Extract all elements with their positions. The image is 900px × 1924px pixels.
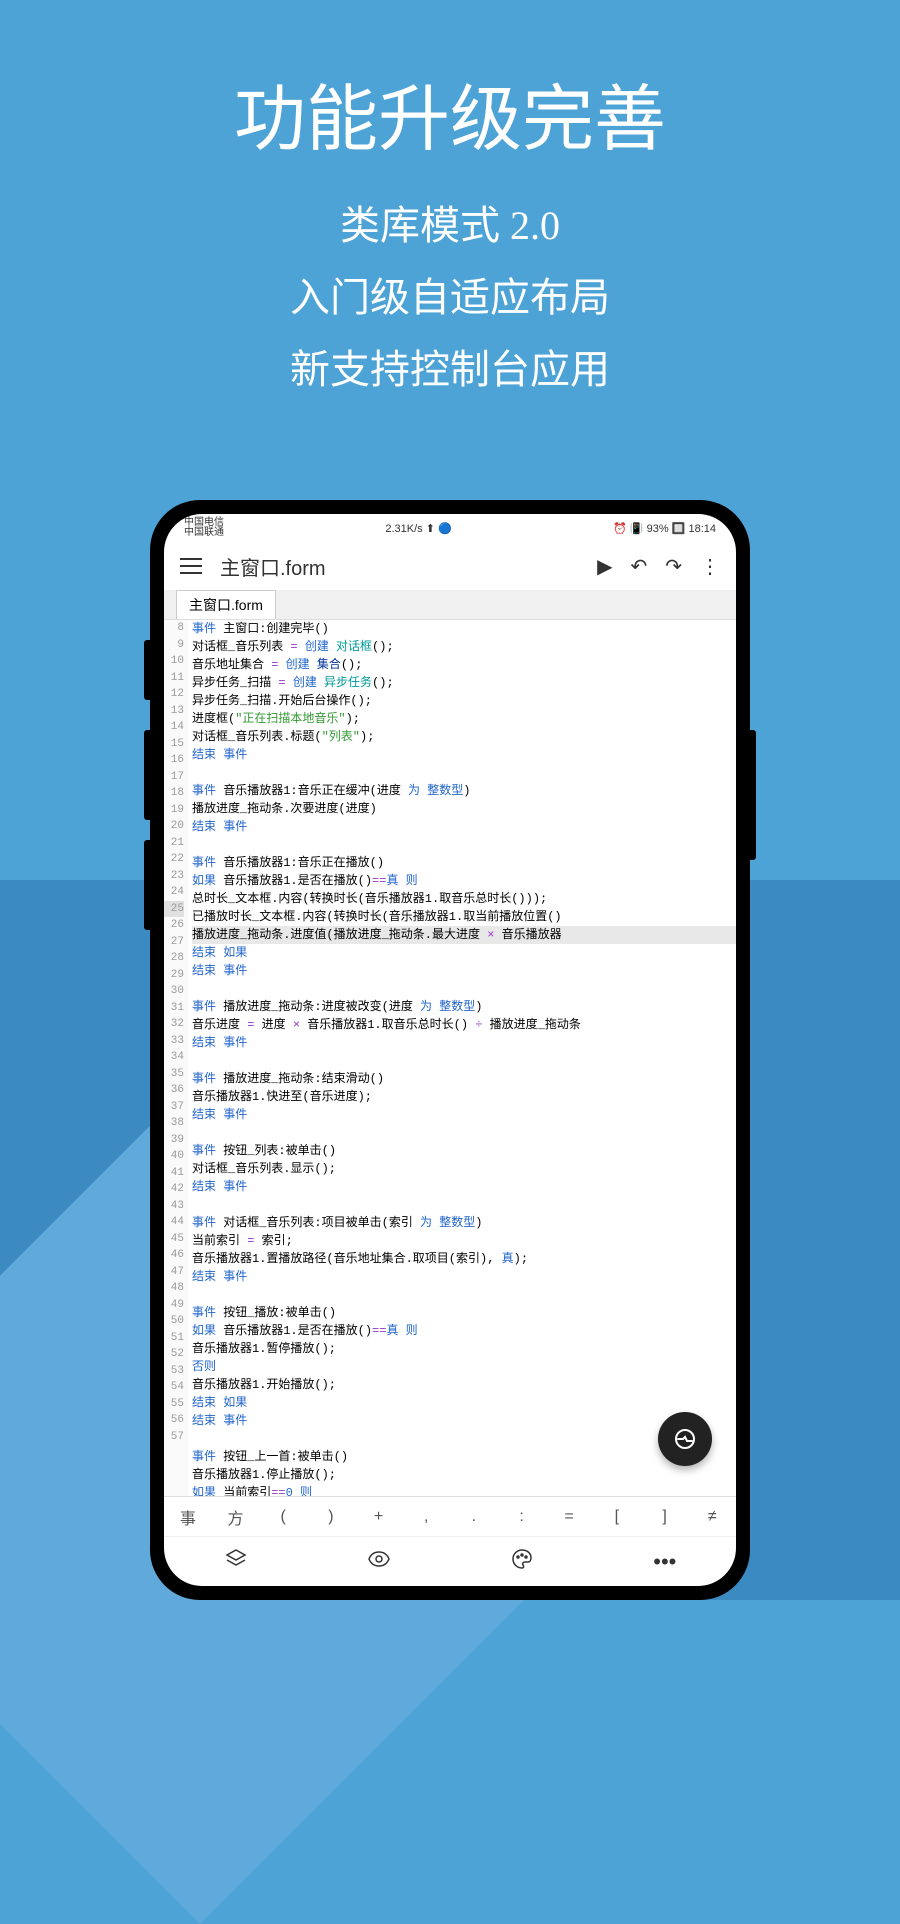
- more-icon[interactable]: ⋮: [700, 554, 720, 579]
- symbol-key[interactable]: (: [259, 1508, 307, 1526]
- symbol-key[interactable]: ,: [402, 1508, 450, 1526]
- hero-subtitle: 类库模式 2.0 入门级自适应布局 新支持控制台应用: [0, 190, 900, 406]
- eye-icon[interactable]: [367, 1547, 391, 1577]
- fab-button[interactable]: [658, 1412, 712, 1466]
- symbol-key[interactable]: .: [450, 1508, 498, 1526]
- symbol-key[interactable]: =: [545, 1508, 593, 1526]
- symbol-key[interactable]: +: [355, 1508, 403, 1526]
- dots-icon[interactable]: •••: [653, 1549, 676, 1575]
- symbol-key[interactable]: ): [307, 1508, 355, 1526]
- symbol-key[interactable]: ≠: [688, 1508, 736, 1526]
- phone-frame: 中国电信 中国联通 2.31K/s ⬆ 🔵 ⏰ 📳 93% 🔲 18:14 主窗…: [150, 500, 750, 1600]
- layers-icon[interactable]: [224, 1547, 248, 1577]
- menu-icon[interactable]: [180, 558, 202, 574]
- app-bar: 主窗口.form ▶ ↶ ↷ ⋮: [164, 542, 736, 590]
- hero-title: 功能升级完善: [0, 60, 900, 165]
- undo-icon[interactable]: ↶: [630, 554, 647, 579]
- symbol-key[interactable]: [: [593, 1508, 641, 1526]
- tab-active[interactable]: 主窗口.form: [176, 590, 276, 619]
- symbol-bar: 事方()+,.:=[]≠: [164, 1496, 736, 1536]
- code-editor[interactable]: 8910111213141516171819202122232425262728…: [164, 620, 736, 1496]
- bottom-nav: •••: [164, 1536, 736, 1586]
- redo-icon[interactable]: ↷: [665, 554, 682, 579]
- symbol-key[interactable]: ]: [641, 1508, 689, 1526]
- play-icon[interactable]: ▶: [597, 554, 612, 579]
- tab-bar: 主窗口.form: [164, 590, 736, 620]
- palette-icon[interactable]: [510, 1547, 534, 1577]
- symbol-key[interactable]: 事: [164, 1505, 212, 1529]
- app-title: 主窗口.form: [220, 552, 579, 581]
- symbol-key[interactable]: :: [498, 1508, 546, 1526]
- symbol-key[interactable]: 方: [212, 1505, 260, 1529]
- status-bar: 中国电信 中国联通 2.31K/s ⬆ 🔵 ⏰ 📳 93% 🔲 18:14: [164, 514, 736, 542]
